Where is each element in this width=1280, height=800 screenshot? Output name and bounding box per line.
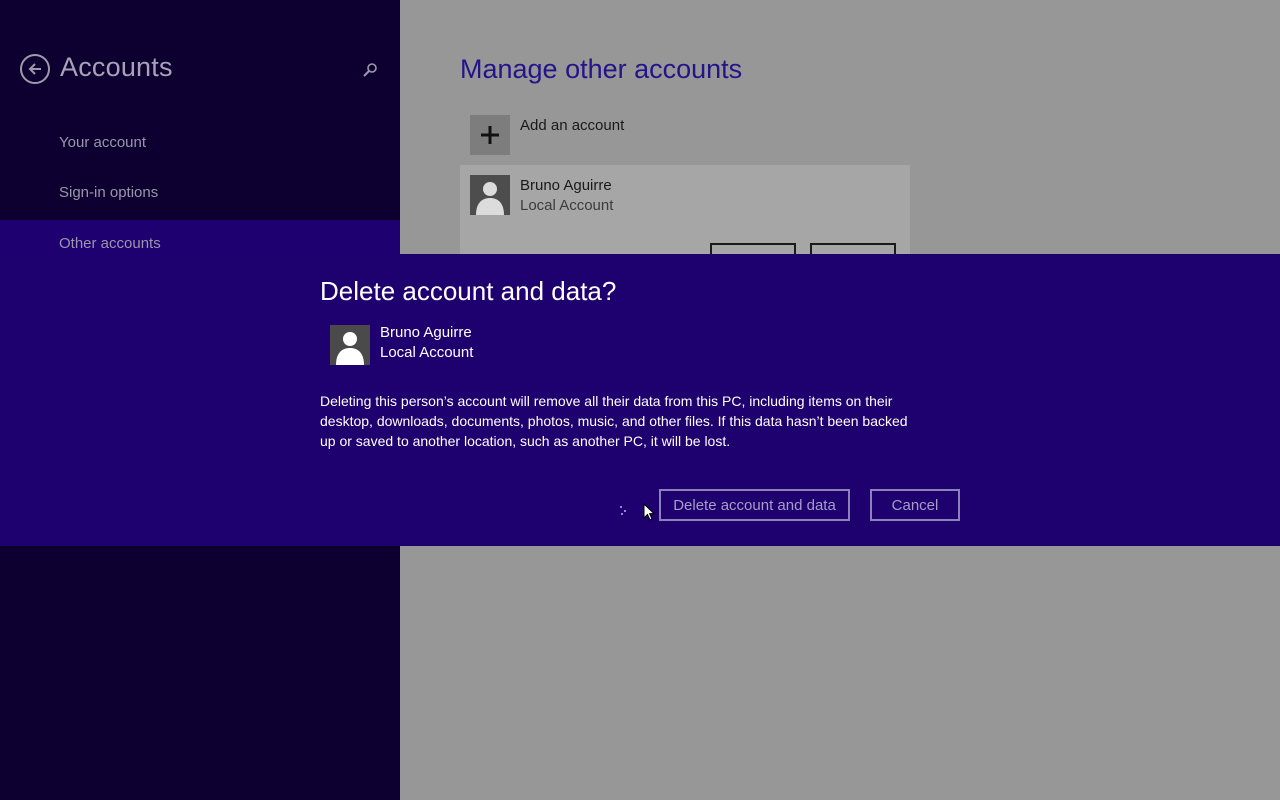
account-type: Local Account <box>520 197 614 214</box>
dialog-account-name: Bruno Aguirre <box>380 324 472 341</box>
sidebar-title: Accounts <box>60 52 173 82</box>
sidebar-item-label: Your account <box>59 134 147 151</box>
dialog-title: Delete account and data? <box>320 276 617 306</box>
settings-window: Accounts Your account Sign-in options Ot… <box>0 0 1280 800</box>
add-account-label[interactable]: Add an account <box>520 117 624 134</box>
delete-account-button[interactable]: Delete account and data <box>659 489 850 521</box>
mouse-pointer-icon <box>643 503 655 521</box>
delete-account-dialog: Delete account and data? Bruno Aguirre L… <box>0 254 1280 546</box>
cancel-button[interactable]: Cancel <box>870 489 960 521</box>
account-name: Bruno Aguirre <box>520 177 612 194</box>
sidebar-item-sign-in-options[interactable]: Sign-in options <box>0 169 400 219</box>
user-silhouette-icon <box>336 332 364 365</box>
account-list-item[interactable]: Bruno Aguirre Local Account <box>460 165 910 273</box>
search-button[interactable] <box>360 60 380 80</box>
avatar <box>330 325 370 365</box>
dialog-message: Deleting this person’s account will remo… <box>320 393 908 449</box>
search-icon <box>363 63 377 77</box>
progress-dots-icon <box>618 506 632 516</box>
sidebar-item-your-account[interactable]: Your account <box>0 119 400 169</box>
user-silhouette-icon <box>476 182 504 215</box>
sidebar-item-label: Other accounts <box>59 235 161 252</box>
plus-icon <box>481 126 499 144</box>
back-arrow-icon <box>28 63 41 75</box>
page-title: Manage other accounts <box>460 54 743 84</box>
sidebar-header: Accounts <box>20 52 380 88</box>
dialog-account-type: Local Account <box>380 344 474 361</box>
back-button[interactable] <box>20 54 50 84</box>
add-account-button[interactable] <box>470 115 510 155</box>
sidebar-item-label: Sign-in options <box>59 184 159 201</box>
avatar <box>470 175 510 215</box>
